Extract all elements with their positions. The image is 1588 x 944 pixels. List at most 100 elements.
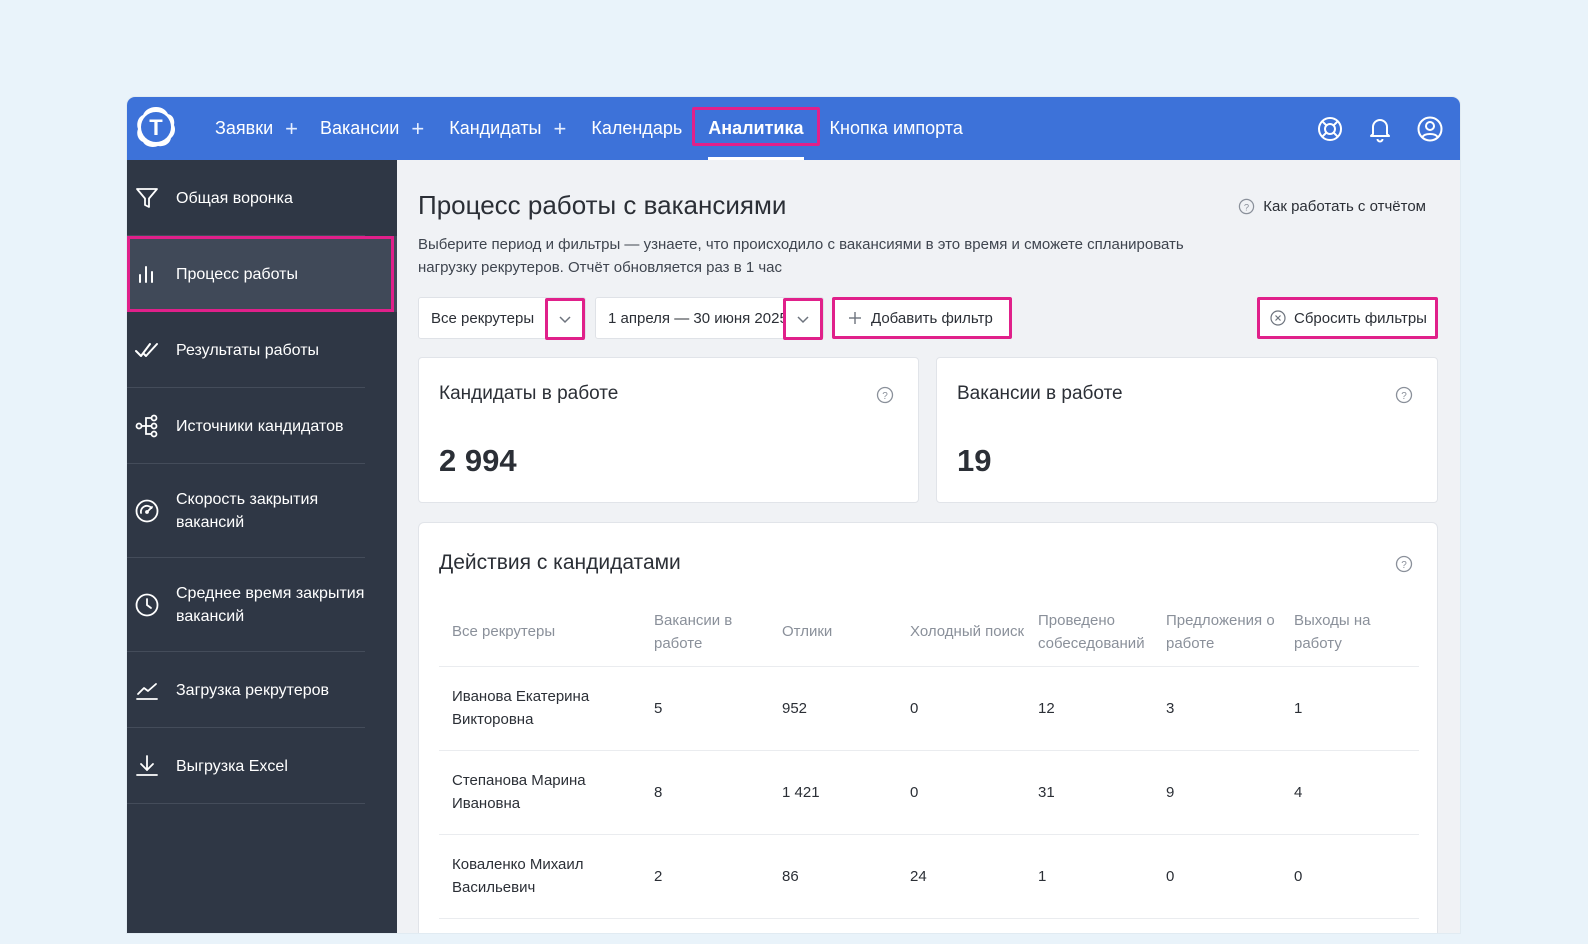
recruiter-name-cell: Иванова Екатерина Викторовна — [439, 666, 641, 751]
report-help-link-label: Как работать с отчётом — [1263, 198, 1426, 215]
sidebar-item-work-process[interactable]: Процесс работы — [127, 236, 397, 312]
nav-item-label: Кандидаты — [449, 118, 542, 138]
lifebuoy-icon[interactable] — [1316, 115, 1344, 143]
recruiters-dropdown-toggle[interactable] — [545, 298, 585, 340]
column-header[interactable]: Предложения о работе — [1153, 598, 1281, 667]
double-check-icon — [135, 338, 159, 362]
column-header[interactable]: Все рекрутеры — [439, 598, 641, 667]
table-cell: 2 — [641, 834, 769, 919]
add-filter-button[interactable]: Добавить фильтр — [832, 297, 1012, 339]
sidebar-item-average-closing-time[interactable]: Среднее время закрытия вакансий — [127, 558, 397, 652]
table-cell: 86 — [769, 834, 897, 919]
filters-bar: Все рекрутеры 1 апреля — 30 июня 2025 До… — [418, 297, 1438, 340]
period-dropdown-toggle[interactable] — [783, 298, 823, 340]
table-cell: 0 — [897, 666, 1025, 751]
candidate-actions-card: Действия с кандидатами ? Все рекрутеры В… — [418, 522, 1438, 933]
app-window: T Заявки + Вакансии + Кандидаты + Календ… — [127, 97, 1460, 933]
nav-item-analytics[interactable]: Аналитика — [692, 97, 820, 160]
period-select[interactable]: 1 апреля — 30 июня 2025 — [595, 297, 824, 340]
logo-letter: T — [149, 115, 163, 140]
sidebar-item-label: Скорость закрытия вакансий — [176, 491, 319, 531]
sidebar-item-label: Источники кандидатов — [176, 417, 344, 435]
sidebar-item-work-results[interactable]: Результаты работы — [127, 312, 397, 388]
funnel-icon — [135, 186, 159, 210]
table-cell: 8 — [641, 750, 769, 835]
svg-text:?: ? — [1244, 202, 1249, 213]
table-row[interactable]: Коваленко Михаил Васильевич 2 86 24 1 0 … — [439, 834, 1419, 919]
nav-item-label: Календарь — [591, 118, 683, 138]
logo[interactable]: T — [136, 105, 176, 149]
bar-chart-icon — [135, 262, 159, 286]
column-header[interactable]: Холодный поиск — [897, 598, 1025, 667]
page-subtitle: Выберите период и фильтры — узнаете, что… — [418, 236, 1184, 276]
question-circle-icon[interactable]: ? — [1395, 555, 1413, 573]
table-cell: 12 — [1025, 666, 1153, 751]
top-icons — [1316, 97, 1444, 160]
sidebar-item-general-funnel[interactable]: Общая воронка — [127, 160, 397, 236]
column-header[interactable]: Выходы на работу — [1281, 598, 1419, 667]
highlight-box — [692, 107, 820, 146]
bell-icon[interactable] — [1366, 115, 1394, 143]
table-cell: 24 — [897, 834, 1025, 919]
table-cell: 4 — [1281, 750, 1419, 835]
table-title: Действия с кандидатами — [439, 551, 681, 574]
add-filter-label: Добавить фильтр — [871, 309, 993, 327]
table-cell: 1 421 — [769, 750, 897, 835]
chevron-down-icon — [559, 316, 571, 324]
report-help-link[interactable]: ? Как работать с отчётом — [1238, 198, 1426, 215]
column-header[interactable]: Отлики — [769, 598, 897, 667]
sidebar-item-label: Выгрузка Excel — [176, 757, 288, 775]
table-cell: 0 — [897, 750, 1025, 835]
reset-filters-label: Сбросить фильтры — [1294, 309, 1427, 327]
close-circle-icon — [1270, 310, 1286, 326]
sidebar-item-candidate-sources[interactable]: Источники кандидатов — [127, 388, 397, 464]
column-header[interactable]: Проведено собеседований — [1025, 598, 1153, 667]
sidebar-item-closing-speed[interactable]: Скорость закрытия вакансий — [127, 464, 397, 558]
table-cell: 9 — [1153, 750, 1281, 835]
user-icon[interactable] — [1416, 115, 1444, 143]
column-header[interactable]: Вакансии в работе — [641, 598, 769, 667]
svg-text:?: ? — [1401, 560, 1407, 571]
table-cell: 1 — [1025, 834, 1153, 919]
kpi-title: Кандидаты в работе — [439, 383, 619, 404]
kpi-title: Вакансии в работе — [957, 383, 1123, 404]
nav-item-requests[interactable]: Заявки + — [215, 97, 298, 160]
svg-text:?: ? — [882, 391, 888, 402]
nav-item-vacancies[interactable]: Вакансии + — [320, 97, 424, 160]
sidebar-item-label: Среднее время закрытия вакансий — [176, 585, 365, 625]
nav-item-calendar[interactable]: Календарь — [591, 97, 682, 160]
table-row[interactable]: Степанова Марина Ивановна 8 1 421 0 31 9… — [439, 750, 1419, 835]
trend-icon — [135, 678, 159, 702]
sources-icon — [135, 414, 159, 438]
table-cell: 0 — [1153, 834, 1281, 919]
download-icon — [135, 754, 159, 778]
recruiters-select[interactable]: Все рекрутеры — [418, 297, 586, 340]
add-candidate-plus-icon[interactable]: + — [554, 116, 567, 142]
main-content: Процесс работы с вакансиями ? Как работа… — [417, 160, 1460, 933]
plus-icon — [849, 312, 861, 324]
table-cell: 3 — [1153, 666, 1281, 751]
question-circle-icon: ? — [1239, 198, 1255, 215]
main-nav: Заявки + Вакансии + Кандидаты + Календар… — [215, 97, 981, 160]
svg-text:?: ? — [1401, 391, 1407, 402]
page-title: Процесс работы с вакансиями — [418, 190, 787, 220]
add-request-plus-icon[interactable]: + — [285, 116, 298, 142]
table-cell: 5 — [641, 666, 769, 751]
recruiter-name-cell: Коваленко Михаил Васильевич — [439, 834, 641, 919]
add-vacancy-plus-icon[interactable]: + — [411, 116, 424, 142]
question-circle-icon[interactable]: ? — [1395, 386, 1413, 404]
candidate-actions-table: Все рекрутеры Вакансии в работе Отлики Х… — [439, 598, 1419, 919]
table-cell: 31 — [1025, 750, 1153, 835]
sidebar-item-recruiter-load[interactable]: Загрузка рекрутеров — [127, 652, 397, 728]
nav-item-candidates[interactable]: Кандидаты + — [449, 97, 566, 160]
kpi-card-vacancies: Вакансии в работе ? 19 — [936, 357, 1438, 503]
nav-item-import-button[interactable]: Кнопка импорта — [830, 97, 963, 160]
question-circle-icon[interactable]: ? — [876, 386, 894, 404]
reset-filters-button[interactable]: Сбросить фильтры — [1257, 297, 1438, 339]
sidebar-item-excel-export[interactable]: Выгрузка Excel — [127, 728, 397, 804]
table-cell: 0 — [1281, 834, 1419, 919]
table-row[interactable]: Иванова Екатерина Викторовна 5 952 0 12 … — [439, 666, 1419, 751]
speedometer-icon — [135, 499, 159, 523]
analytics-sidebar: Общая воронка Процесс работы Результаты … — [127, 160, 397, 933]
sidebar-item-label: Общая воронка — [176, 189, 293, 207]
